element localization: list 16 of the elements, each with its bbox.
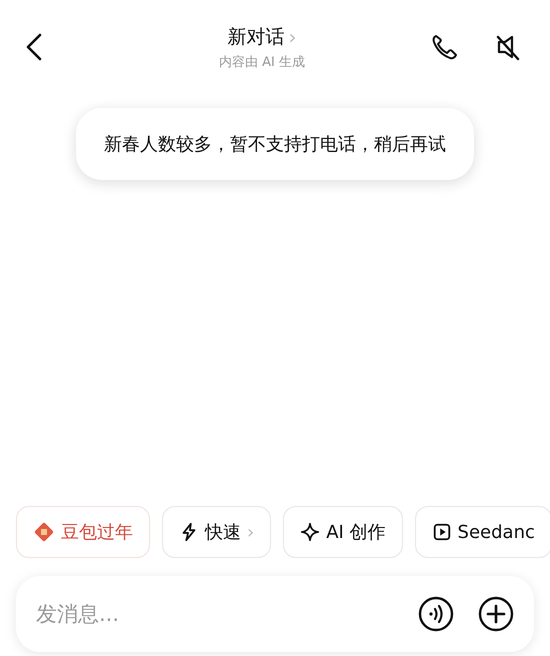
ai-notice: 内容由 AI 生成 bbox=[219, 54, 305, 70]
phone-icon[interactable] bbox=[430, 33, 458, 61]
chat-title[interactable]: 新对话 bbox=[228, 24, 284, 50]
suggestion-chip[interactable]: 快速 › bbox=[162, 506, 272, 558]
speaker-muted-icon[interactable] bbox=[494, 33, 522, 61]
message-input[interactable]: 发消息... bbox=[34, 601, 394, 627]
sparkle-icon bbox=[300, 522, 320, 542]
chevron-icon: › bbox=[288, 24, 296, 48]
back-icon[interactable] bbox=[24, 32, 44, 62]
voice-icon[interactable] bbox=[418, 596, 454, 632]
suggestion-chip[interactable]: AI 创作 bbox=[283, 506, 403, 558]
suggestion-chip[interactable]: 豆包过年 bbox=[16, 506, 150, 558]
play-icon bbox=[432, 522, 452, 542]
suggestion-chip[interactable]: Seedanc bbox=[414, 506, 550, 558]
toast-message: 新春人数较多，暂不支持打电话，稍后再试 bbox=[76, 108, 474, 180]
plus-icon[interactable] bbox=[478, 596, 514, 632]
